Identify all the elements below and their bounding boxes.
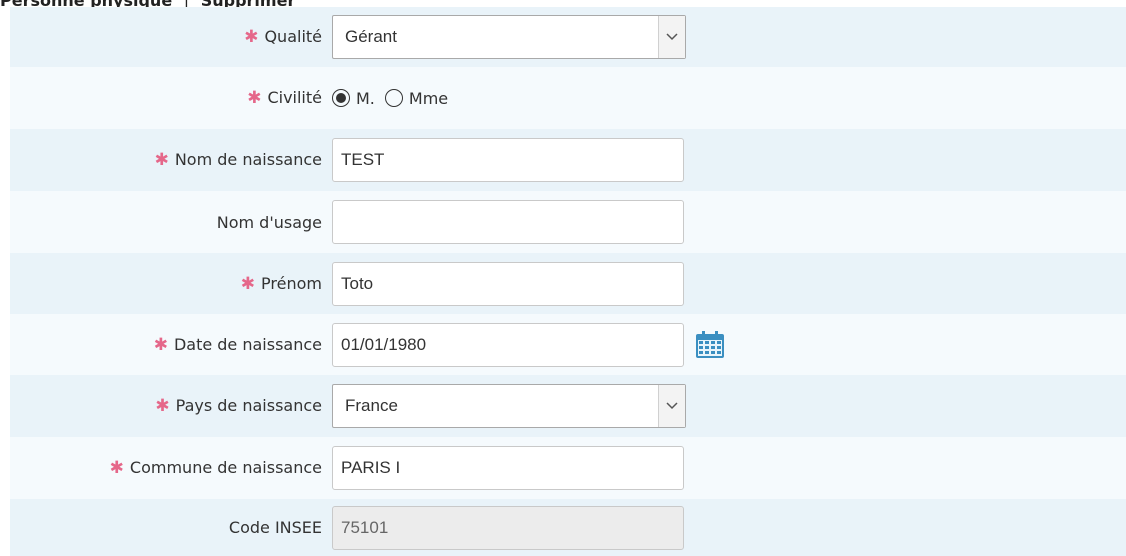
nom-naissance-input[interactable]: TEST [332, 138, 684, 182]
label-nom-naissance: ✱ Nom de naissance [154, 150, 322, 170]
civilite-radio-group: M. Mme [332, 89, 458, 108]
label-code-insee: Code INSEE [228, 518, 322, 537]
row-civilite: ✱ Civilité M. Mme [10, 67, 1126, 129]
row-commune-naissance: ✱ Commune de naissance PARIS I [10, 437, 1126, 499]
radio-unchecked-icon[interactable] [384, 89, 403, 107]
row-pays-naissance: ✱ Pays de naissance France [10, 375, 1126, 437]
asterisk-icon: ✱ [247, 88, 262, 108]
asterisk-icon: ✱ [155, 396, 170, 416]
label-date-naissance: ✱ Date de naissance [153, 334, 322, 355]
label-civilite: ✱ Civilité [247, 88, 322, 108]
person-form: ✱ Qualité Gérant ✱ Civilité M. Mme ✱ Nom… [10, 7, 1126, 556]
row-nom-usage: Nom d'usage [10, 191, 1126, 253]
commune-naissance-input[interactable]: PARIS I [332, 446, 684, 490]
radio-mme[interactable]: Mme [384, 88, 449, 108]
row-prenom: ✱ Prénom Toto [10, 253, 1126, 314]
asterisk-icon: ✱ [244, 27, 259, 47]
row-date-naissance: ✱ Date de naissance 01/01/1980 [10, 314, 1126, 375]
asterisk-icon: ✱ [109, 458, 124, 478]
radio-mme-label: Mme [408, 88, 449, 108]
label-qualite: ✱ Qualité [244, 27, 322, 47]
asterisk-icon: ✱ [240, 273, 256, 294]
qualite-value: Gérant [345, 27, 397, 46]
chevron-down-icon[interactable] [658, 385, 685, 427]
qualite-select[interactable]: Gérant [332, 15, 686, 59]
pays-naissance-value: France [345, 396, 398, 415]
label-nom-usage: Nom d'usage [216, 212, 322, 232]
asterisk-icon: ✱ [154, 150, 169, 170]
radio-m-label: M. [356, 88, 375, 108]
date-naissance-input[interactable]: 01/01/1980 [332, 322, 684, 367]
row-code-insee: Code INSEE 75101 [10, 499, 1126, 556]
asterisk-icon: ✱ [153, 334, 168, 355]
radio-m[interactable]: M. [332, 89, 375, 108]
calendar-icon[interactable] [695, 330, 725, 359]
row-qualite: ✱ Qualité Gérant [10, 7, 1126, 67]
row-nom-naissance: ✱ Nom de naissance TEST [10, 129, 1126, 191]
prenom-input[interactable]: Toto [332, 261, 684, 306]
pays-naissance-select[interactable]: France [332, 384, 686, 428]
radio-checked-icon[interactable] [332, 89, 350, 107]
label-pays-naissance: ✱ Pays de naissance [155, 396, 322, 416]
nom-usage-input[interactable] [332, 200, 684, 244]
code-insee-input: 75101 [332, 505, 684, 550]
label-commune-naissance: ✱ Commune de naissance [109, 458, 322, 478]
label-prenom: ✱ Prénom [240, 273, 322, 294]
chevron-down-icon[interactable] [658, 16, 685, 58]
